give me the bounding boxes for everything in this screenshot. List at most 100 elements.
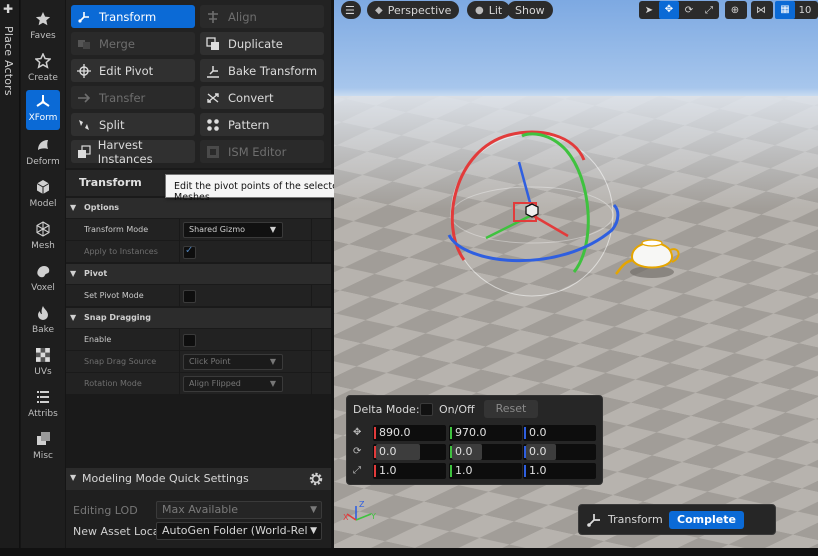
translate-icon[interactable]: ✥: [659, 1, 679, 19]
rotation-x-field[interactable]: 0.0: [373, 444, 446, 460]
perspective-label: Perspective: [387, 3, 452, 17]
snap-drag-source-dropdown[interactable]: Click Point ▼: [183, 354, 283, 370]
category-voxel[interactable]: Voxel: [26, 260, 60, 300]
property-label: Rotation Mode: [84, 379, 142, 388]
tool-accept-panel: Transform Complete: [578, 504, 776, 535]
section-snap-dragging[interactable]: ▼ Snap Dragging: [66, 308, 331, 328]
transfer-tool-button[interactable]: Transfer: [71, 86, 195, 109]
section-label: Options: [84, 203, 120, 212]
category-attribs[interactable]: Attribs: [26, 386, 60, 426]
category-label: Create: [28, 73, 58, 83]
rotate-icon[interactable]: ⟳: [679, 5, 699, 16]
location-y-field[interactable]: 970.0: [449, 425, 522, 441]
rotation-y-field[interactable]: 0.0: [449, 444, 522, 460]
cube-icon: ◆: [375, 4, 383, 16]
row-editing-lod: Editing LOD Max Available ▼: [66, 500, 331, 520]
new-asset-location-dropdown[interactable]: AutoGen Folder (World-Rela ▼: [156, 522, 322, 540]
transform-mode-dropdown[interactable]: Shared Gizmo ▼: [183, 222, 283, 238]
merge-tool-button[interactable]: Merge: [71, 32, 195, 55]
globe-icon[interactable]: ⊕: [725, 5, 745, 16]
location-z-field[interactable]: 0.0: [523, 425, 596, 441]
scale-z-field[interactable]: 1.0: [523, 463, 596, 479]
location-x-field[interactable]: 890.0: [373, 425, 446, 441]
add-actor-icon[interactable]: ✚: [3, 2, 13, 16]
split-tool-button[interactable]: Split: [71, 113, 195, 136]
harvest-icon: [77, 144, 98, 159]
reset-button[interactable]: Reset: [484, 400, 538, 418]
convert-tool-button[interactable]: Convert: [200, 86, 324, 109]
quick-settings-title: Modeling Mode Quick Settings: [82, 472, 249, 485]
scale-y-field[interactable]: 1.0: [449, 463, 522, 479]
dropdown-value: Click Point: [189, 357, 231, 366]
row-apply-instances: Apply to Instances ✓: [66, 241, 331, 263]
complete-button[interactable]: Complete: [669, 511, 744, 529]
rotation-z-field[interactable]: 0.0: [523, 444, 596, 460]
category-label: XForm: [28, 113, 58, 123]
category-misc[interactable]: Misc: [26, 428, 60, 468]
viewport-menu-button[interactable]: ☰: [341, 1, 361, 19]
category-deform[interactable]: Deform: [26, 134, 60, 174]
scale-icon: ⤢: [353, 465, 361, 476]
category-create[interactable]: Create: [26, 50, 60, 90]
category-mesh[interactable]: Mesh: [26, 218, 60, 258]
merge-icon: [77, 37, 99, 51]
chevron-down-icon: ▼: [269, 379, 276, 388]
set-pivot-mode-checkbox[interactable]: [183, 290, 196, 303]
grid-snap-icon[interactable]: ▦: [775, 1, 795, 19]
transform-tool-button[interactable]: Transform: [71, 5, 195, 28]
editing-lod-dropdown[interactable]: Max Available ▼: [156, 501, 322, 519]
property-label: Transform Mode: [84, 225, 149, 234]
category-faves[interactable]: Faves: [26, 8, 60, 48]
category-bake[interactable]: Bake: [26, 302, 60, 342]
row-enable: Enable: [66, 329, 331, 351]
edit-pivot-tool-button[interactable]: Edit Pivot: [71, 59, 195, 82]
rotation-mode-dropdown[interactable]: Align Flipped ▼: [183, 376, 283, 392]
scale-x-field[interactable]: 1.0: [373, 463, 446, 479]
category-xform[interactable]: XForm: [26, 90, 60, 130]
ism-editor-tool-button[interactable]: ISM Editor: [200, 140, 324, 163]
property-label: Snap Drag Source: [84, 357, 157, 366]
convert-icon: [206, 91, 228, 105]
show-button[interactable]: Show: [507, 1, 553, 19]
active-tool-label: Transform: [608, 513, 663, 526]
category-label: Faves: [30, 31, 56, 41]
surface-snap-icon[interactable]: ⋈: [751, 5, 771, 16]
section-pivot[interactable]: ▼ Pivot: [66, 264, 331, 284]
select-arrow-icon[interactable]: ➤: [639, 5, 659, 16]
place-actors-label[interactable]: Place Actors: [2, 26, 15, 96]
arrow-right-icon: [77, 91, 99, 105]
delta-mode-checkbox[interactable]: [420, 403, 433, 416]
duplicate-tool-button[interactable]: Duplicate: [200, 32, 324, 55]
perspective-button[interactable]: ◆ Perspective: [367, 1, 460, 19]
collapse-arrow-icon: ▼: [70, 473, 77, 482]
category-uvs[interactable]: UVs: [26, 344, 60, 384]
pattern-tool-button[interactable]: Pattern: [200, 113, 324, 136]
bake-transform-tool-button[interactable]: Bake Transform: [200, 59, 324, 82]
enable-checkbox[interactable]: [183, 334, 196, 347]
quick-settings-header[interactable]: ▼ Modeling Mode Quick Settings: [66, 468, 331, 490]
deform-icon: [26, 137, 60, 157]
lit-label: Lit: [488, 3, 503, 17]
chevron-down-icon: ▼: [269, 357, 276, 366]
list-icon: [26, 389, 60, 409]
category-label: Mesh: [31, 241, 55, 251]
tool-palette: Transform Align Merge Duplicate Edit Piv…: [66, 0, 331, 168]
split-icon: [77, 118, 99, 132]
category-model[interactable]: Model: [26, 176, 60, 216]
place-actors-strip[interactable]: ✚ Place Actors: [0, 0, 20, 556]
surface-snap-toolbar: ⋈: [751, 1, 773, 19]
gear-icon[interactable]: [307, 470, 325, 488]
grid-snap-value[interactable]: 10: [795, 5, 815, 16]
lit-button[interactable]: ● Lit: [467, 1, 511, 19]
category-label: Voxel: [31, 283, 55, 293]
scale-icon[interactable]: ⤢: [699, 5, 719, 16]
ism-icon: [206, 145, 228, 159]
tool-label: Convert: [228, 90, 274, 105]
mesh-icon: [26, 221, 60, 241]
apply-instances-checkbox[interactable]: ✓: [183, 245, 196, 259]
harvest-instances-tool-button[interactable]: Harvest Instances: [71, 138, 195, 166]
location-row: ✥ 890.0 970.0 0.0: [347, 425, 604, 442]
create-star-icon: [26, 52, 60, 73]
section-label: Snap Dragging: [84, 313, 151, 322]
align-tool-button[interactable]: Align: [200, 5, 324, 28]
